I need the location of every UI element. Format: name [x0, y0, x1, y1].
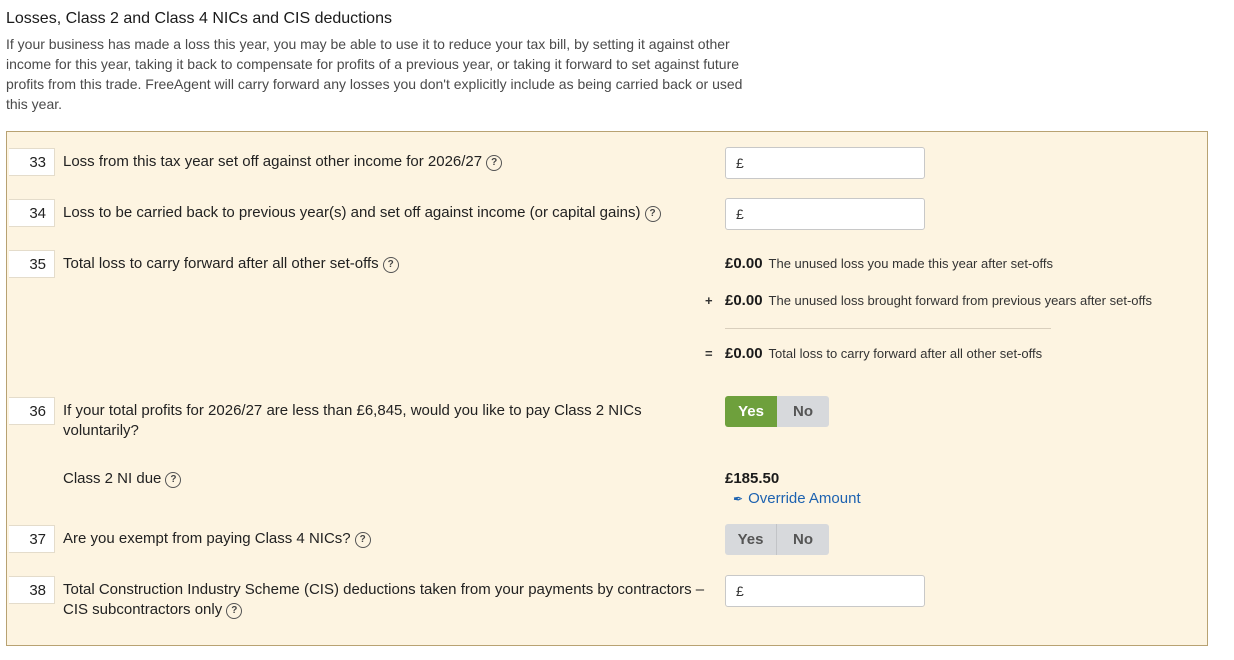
- row-34-label: Loss to be carried back to previous year…: [63, 203, 661, 223]
- unused-loss-brought-forward-amount: £0.00: [725, 292, 763, 309]
- section-description: If your business has made a loss this ye…: [6, 36, 743, 112]
- box-number-37: 37: [9, 525, 55, 553]
- losses-form-panel: 33 Loss from this tax year set off again…: [6, 131, 1208, 646]
- currency-prefix: £: [736, 583, 744, 599]
- class2-voluntary-yes-button[interactable]: Yes: [725, 396, 777, 427]
- help-icon[interactable]: ?: [354, 532, 371, 548]
- help-icon[interactable]: ?: [644, 206, 661, 222]
- help-icon[interactable]: ?: [165, 472, 182, 488]
- row-35-label-text: Total loss to carry forward after all ot…: [63, 255, 379, 272]
- sum-divider: [725, 328, 1051, 329]
- pencil-icon: ✒: [733, 492, 744, 506]
- plus-operator: +: [705, 293, 713, 308]
- row-33-label-text: Loss from this tax year set off against …: [63, 153, 483, 170]
- row-34-label-text: Loss to be carried back to previous year…: [63, 204, 641, 221]
- class2-voluntary-toggle: Yes No: [725, 396, 829, 427]
- box-number-35: 35: [9, 250, 55, 278]
- help-icon[interactable]: ?: [486, 155, 503, 171]
- unused-loss-this-year-line: £0.00 The unused loss you made this year …: [725, 255, 1053, 273]
- row-37-label-text: Are you exempt from paying Class 4 NICs?: [63, 530, 351, 547]
- section-header: Losses, Class 2 and Class 4 NICs and CIS…: [6, 8, 766, 114]
- box-number-38: 38: [9, 576, 55, 604]
- box-number-36: 36: [9, 397, 55, 425]
- box-number-33: 33: [9, 148, 55, 176]
- currency-prefix: £: [736, 206, 744, 222]
- row-36-label: If your total profits for 2026/27 are le…: [63, 402, 642, 439]
- class4-exempt-no-button[interactable]: No: [777, 524, 829, 555]
- total-loss-carry-forward-amount: £0.00: [725, 345, 763, 362]
- unused-loss-brought-forward-text: The unused loss brought forward from pre…: [768, 293, 1152, 308]
- unused-loss-brought-forward-line: + £0.00 The unused loss brought forward fr…: [705, 292, 1152, 310]
- row-37-label: Are you exempt from paying Class 4 NICs?…: [63, 529, 371, 549]
- class4-exempt-yes-button[interactable]: Yes: [725, 524, 777, 555]
- equals-operator: =: [705, 346, 713, 361]
- cis-deductions-input[interactable]: £: [725, 575, 925, 607]
- total-loss-carry-forward-text: Total loss to carry forward after all ot…: [768, 346, 1043, 361]
- override-amount-label: Override Amount: [748, 490, 861, 507]
- class2-ni-due-label: Class 2 NI due?: [63, 469, 182, 489]
- total-loss-carry-forward-line: = £0.00 Total loss to carry forward after …: [705, 345, 1042, 363]
- currency-prefix: £: [736, 155, 744, 171]
- row-35-label: Total loss to carry forward after all ot…: [63, 254, 399, 274]
- loss-carried-back-input[interactable]: £: [725, 198, 925, 230]
- help-icon[interactable]: ?: [382, 257, 399, 273]
- row-38-label-text: Total Construction Industry Scheme (CIS)…: [63, 581, 705, 618]
- box-number-34: 34: [9, 199, 55, 227]
- row-38-label: Total Construction Industry Scheme (CIS)…: [63, 580, 713, 620]
- loss-set-off-input[interactable]: £: [725, 147, 925, 179]
- class2-ni-due-label-text: Class 2 NI due: [63, 470, 162, 487]
- class2-voluntary-no-button[interactable]: No: [777, 396, 829, 427]
- override-amount-link[interactable]: ✒ Override Amount: [733, 490, 861, 507]
- class4-exempt-toggle: Yes No: [725, 524, 829, 555]
- help-icon[interactable]: ?: [226, 603, 243, 619]
- unused-loss-this-year-text: The unused loss you made this year after…: [768, 256, 1054, 271]
- class2-ni-due-amount: £185.50: [725, 470, 780, 487]
- section-title: Losses, Class 2 and Class 4 NICs and CIS…: [6, 10, 392, 27]
- unused-loss-this-year-amount: £0.00: [725, 255, 763, 272]
- row-33-label: Loss from this tax year set off against …: [63, 152, 503, 172]
